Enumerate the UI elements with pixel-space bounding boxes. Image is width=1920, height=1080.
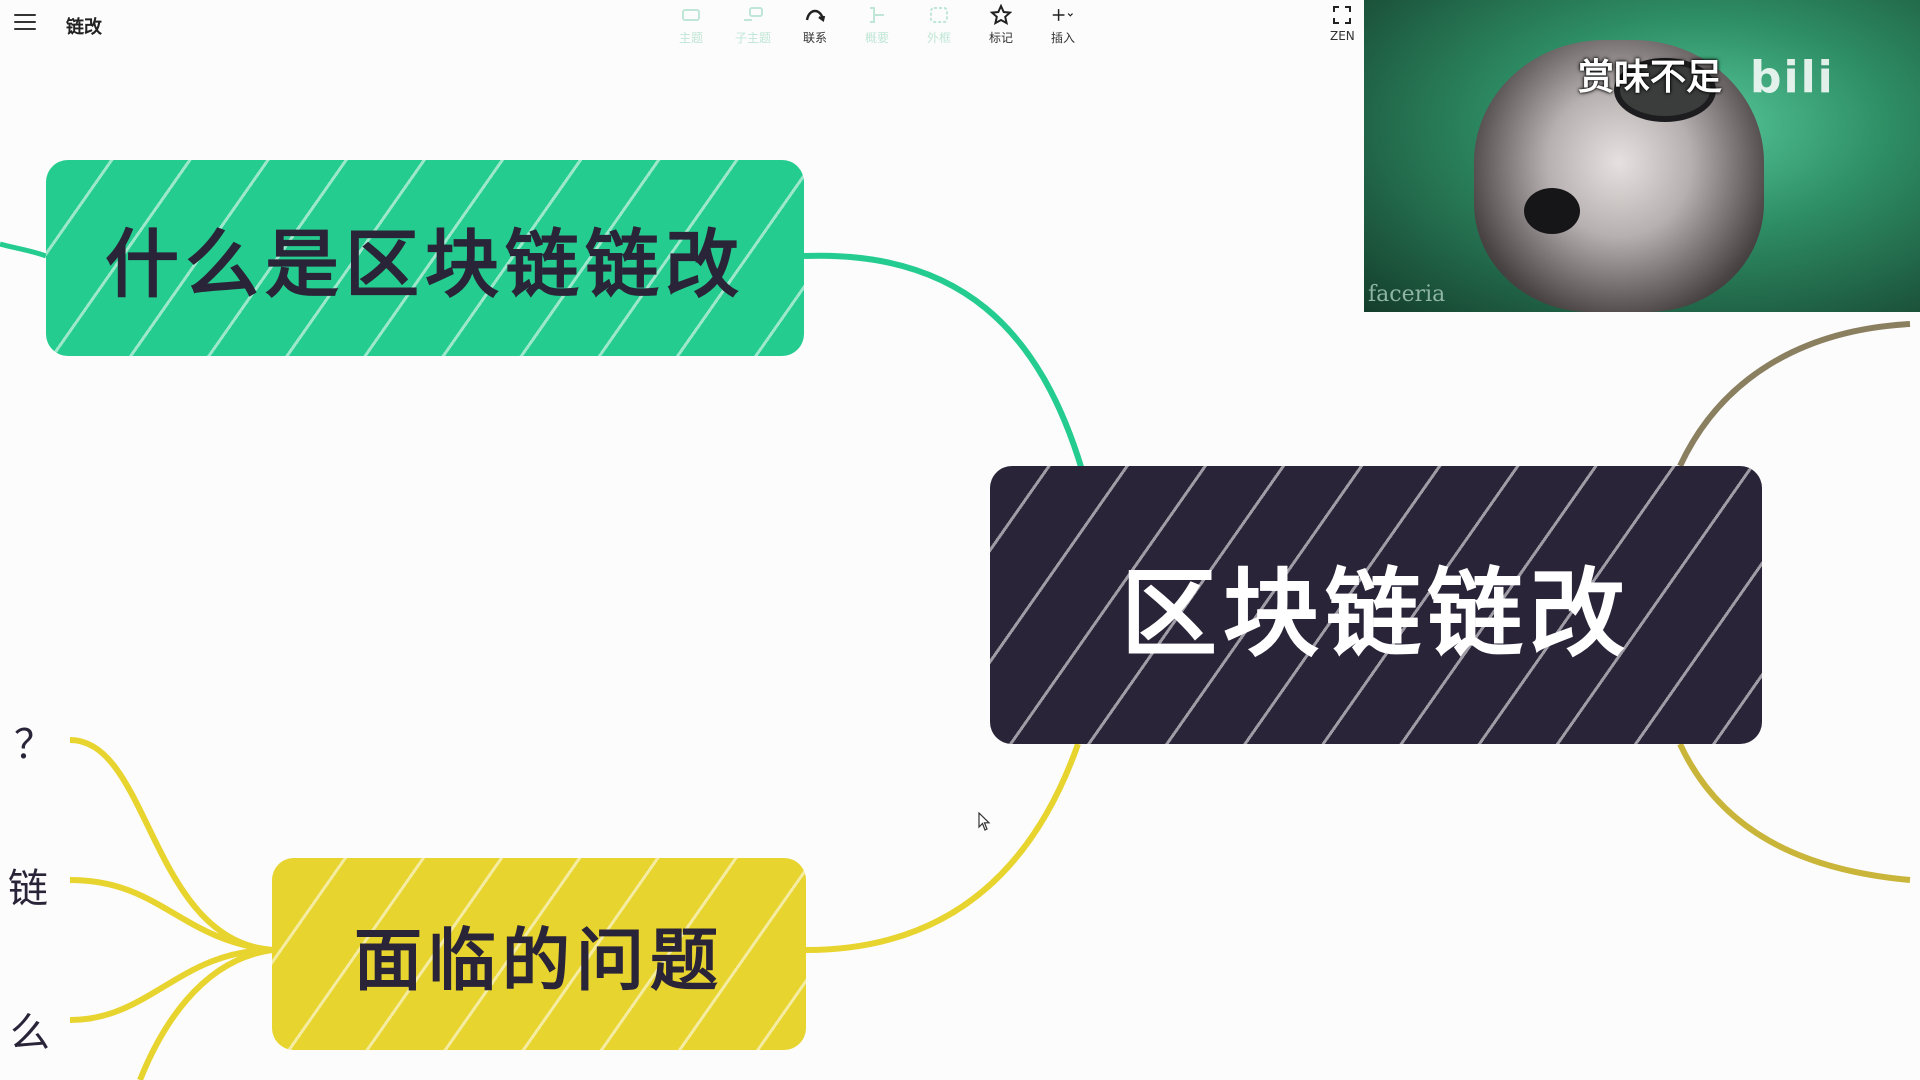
branch-line-leaf-1 bbox=[69, 737, 273, 953]
webcam-signature: faceria bbox=[1368, 282, 1446, 307]
webcam-overlay: 赏味不足 bili faceria bbox=[1364, 0, 1920, 312]
star-icon bbox=[990, 4, 1012, 26]
subtopic-leaf[interactable]: ？ bbox=[14, 712, 54, 770]
relationship-button[interactable]: 联系 bbox=[784, 4, 846, 48]
marker-button[interactable]: 标记 bbox=[970, 4, 1032, 48]
root-node[interactable]: 区块链链改 bbox=[990, 466, 1762, 744]
hamburger-menu-icon[interactable] bbox=[14, 14, 36, 34]
branch-line-right-top bbox=[1677, 321, 1911, 468]
topic-node-what-is[interactable]: 什么是区块链链改 bbox=[46, 160, 804, 356]
summary-icon bbox=[870, 7, 884, 23]
mindmap-canvas[interactable]: 链改 主题 子主题 联系 概要 外框 标记 插入 ZEN 什么是区块链链改 区块… bbox=[0, 0, 1920, 1080]
topic-label: 主题 bbox=[678, 31, 703, 45]
topic-node-issues[interactable]: 面临的问题 bbox=[272, 858, 806, 1050]
branch-line-what-left bbox=[0, 241, 47, 259]
branch-line-issues bbox=[805, 743, 1081, 953]
topic-label-issues: 面临的问题 bbox=[353, 921, 724, 1001]
topic-label-what-is: 什么是区块链链改 bbox=[105, 221, 745, 308]
subtopic-leaf[interactable]: 链 bbox=[8, 856, 48, 914]
summary-label: 概要 bbox=[864, 31, 889, 45]
document-title[interactable]: 链改 bbox=[66, 13, 102, 39]
root-label: 区块链链改 bbox=[1121, 557, 1631, 670]
marker-label: 标记 bbox=[988, 31, 1013, 45]
insert-label: 插入 bbox=[1050, 31, 1075, 45]
zen-mode-button[interactable]: ZEN bbox=[1330, 4, 1355, 43]
nose-graphic bbox=[1524, 188, 1580, 234]
subtopic-leaf[interactable]: 么 bbox=[10, 1000, 50, 1058]
branch-line-leaf-2 bbox=[69, 877, 273, 953]
subtopic-icon bbox=[744, 7, 763, 21]
zen-label: ZEN bbox=[1330, 29, 1355, 43]
plus-icon bbox=[1052, 9, 1073, 21]
fullscreen-icon bbox=[1333, 6, 1352, 24]
topic-button[interactable]: 主题 bbox=[660, 4, 722, 48]
branch-line-leaf-4 bbox=[137, 947, 273, 1080]
mouse-cursor-icon bbox=[978, 812, 991, 831]
toolbar: 主题 子主题 联系 概要 外框 标记 插入 bbox=[660, 4, 1094, 48]
insert-button[interactable]: 插入 bbox=[1032, 4, 1094, 48]
webcam-caption: 赏味不足 bbox=[1578, 57, 1723, 98]
summary-button[interactable]: 概要 bbox=[846, 4, 908, 48]
bilibili-logo: bili bbox=[1750, 52, 1835, 103]
branch-line-right-bottom bbox=[1677, 742, 1911, 883]
relationship-label: 联系 bbox=[802, 31, 827, 45]
relationship-icon bbox=[805, 9, 826, 23]
subtopic-label: 子主题 bbox=[734, 31, 771, 45]
topic-icon bbox=[682, 9, 700, 21]
subtopic-button[interactable]: 子主题 bbox=[722, 4, 784, 48]
boundary-label: 外框 bbox=[926, 31, 951, 45]
branch-line-what bbox=[803, 252, 1085, 471]
boundary-button[interactable]: 外框 bbox=[908, 4, 970, 48]
boundary-icon bbox=[930, 7, 948, 23]
